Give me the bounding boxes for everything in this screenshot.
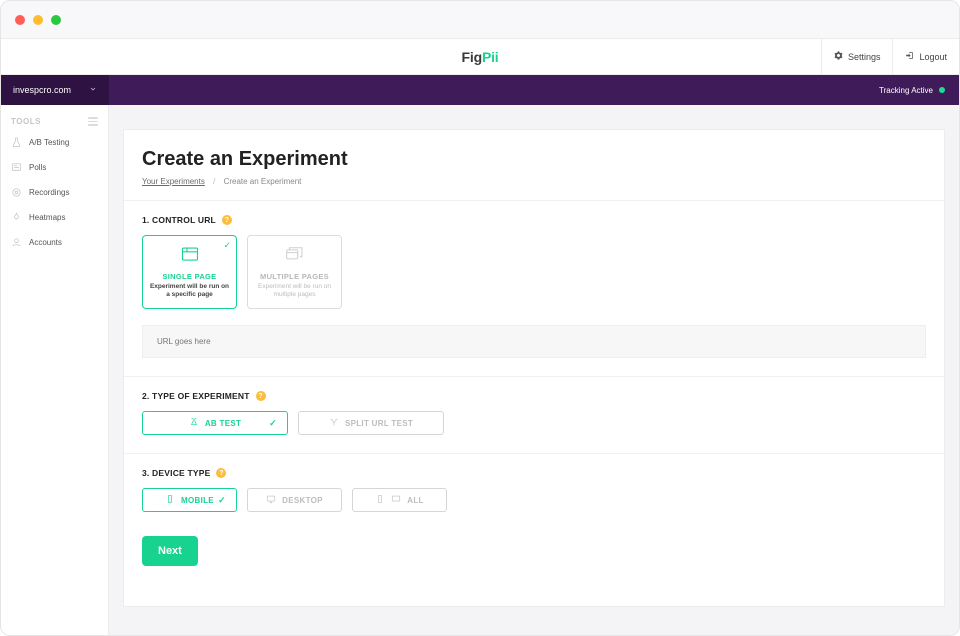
step-control-url: 1. CONTROL URL ? ✓ SINGLE PAGE Experimen… <box>124 201 944 377</box>
project-name: invespcro.com <box>13 85 71 95</box>
step3-heading: 3. DEVICE TYPE ? <box>142 468 926 478</box>
option-split-url[interactable]: SPLIT URL TEST <box>298 411 444 435</box>
step2-heading: 2. TYPE OF EXPERIMENT ? <box>142 391 926 401</box>
option-ab-test[interactable]: AB TEST ✓ <box>142 411 288 435</box>
flask-icon <box>11 137 22 148</box>
help-icon[interactable]: ? <box>216 468 226 478</box>
tracking-status: Tracking Active <box>865 86 959 95</box>
next-button[interactable]: Next <box>142 536 198 566</box>
control-url-input[interactable] <box>142 325 926 358</box>
sidebar-item-ab-testing[interactable]: A/B Testing <box>1 130 108 155</box>
breadcrumb: Your Experiments / Create an Experiment <box>142 177 926 186</box>
logout-button[interactable]: Logout <box>892 39 959 75</box>
step3-heading-label: 3. DEVICE TYPE <box>142 468 210 478</box>
check-icon: ✓ <box>269 418 277 429</box>
sidebar-item-label: Accounts <box>29 238 62 247</box>
logo-text-part2: Pii <box>482 49 499 65</box>
sidebar-item-label: A/B Testing <box>29 138 69 147</box>
sidebar-item-label: Heatmaps <box>29 213 65 222</box>
app-body: TOOLS A/B Testing Polls Recordings Heatm… <box>1 105 959 635</box>
settings-button[interactable]: Settings <box>821 39 893 75</box>
logout-label: Logout <box>919 52 947 62</box>
single-page-icon <box>181 246 199 267</box>
option-all-devices[interactable]: ALL <box>352 488 447 512</box>
multiple-pages-icon <box>286 246 304 267</box>
user-icon <box>11 237 22 248</box>
card-desc: Experiment will be run on multiple pages <box>254 283 335 299</box>
mobile-icon <box>165 494 175 506</box>
device-type-options: MOBILE ✓ DESKTOP ALL <box>142 488 926 512</box>
sidebar-item-label: Polls <box>29 163 46 172</box>
menu-collapse-icon[interactable] <box>88 117 98 126</box>
main-content: Create an Experiment Your Experiments / … <box>109 105 959 635</box>
sidebar-item-label: Recordings <box>29 188 69 197</box>
window-minimize-icon[interactable] <box>33 15 43 25</box>
project-bar: invespcro.com Tracking Active <box>1 75 959 105</box>
status-dot-icon <box>939 87 945 93</box>
window-close-icon[interactable] <box>15 15 25 25</box>
check-icon: ✓ <box>223 240 231 251</box>
option-label: ALL <box>407 496 423 505</box>
step1-heading-label: 1. CONTROL URL <box>142 215 216 225</box>
mobile-icon <box>375 494 385 506</box>
desktop-icon <box>266 494 276 506</box>
step2-heading-label: 2. TYPE OF EXPERIMENT <box>142 391 250 401</box>
breadcrumb-current: Create an Experiment <box>224 177 302 186</box>
tracking-label: Tracking Active <box>879 86 933 95</box>
sidebar: TOOLS A/B Testing Polls Recordings Heatm… <box>1 105 109 635</box>
sidebar-heading: TOOLS <box>1 113 108 130</box>
app-logo: FigPii <box>462 49 499 65</box>
card-multiple-pages[interactable]: MULTIPLE PAGES Experiment will be run on… <box>247 235 342 309</box>
chevron-down-icon <box>89 85 97 95</box>
window-titlebar <box>1 1 959 39</box>
panel-header: Create an Experiment Your Experiments / … <box>124 130 944 201</box>
url-scope-cards: ✓ SINGLE PAGE Experiment will be run on … <box>142 235 926 309</box>
page-title: Create an Experiment <box>142 148 926 171</box>
poll-icon <box>11 162 22 173</box>
main-panel: Create an Experiment Your Experiments / … <box>123 129 945 607</box>
desktop-icon <box>391 494 401 506</box>
card-single-page[interactable]: ✓ SINGLE PAGE Experiment will be run on … <box>142 235 237 309</box>
check-icon: ✓ <box>218 495 226 506</box>
breadcrumb-separator: / <box>207 177 221 186</box>
card-title: SINGLE PAGE <box>162 272 216 281</box>
heatmap-icon <box>11 212 22 223</box>
split-icon <box>329 417 339 429</box>
sidebar-item-recordings[interactable]: Recordings <box>1 180 108 205</box>
sidebar-item-polls[interactable]: Polls <box>1 155 108 180</box>
sidebar-heading-label: TOOLS <box>11 117 41 126</box>
help-icon[interactable]: ? <box>222 215 232 225</box>
breadcrumb-link-experiments[interactable]: Your Experiments <box>142 177 205 186</box>
step1-heading: 1. CONTROL URL ? <box>142 215 926 225</box>
settings-label: Settings <box>848 52 881 62</box>
option-desktop[interactable]: DESKTOP <box>247 488 342 512</box>
option-label: AB TEST <box>205 419 241 428</box>
header-right: Settings Logout <box>821 39 959 75</box>
gear-icon <box>834 51 843 62</box>
project-selector[interactable]: invespcro.com <box>1 75 109 105</box>
record-icon <box>11 187 22 198</box>
app-header: FigPii Settings Logout <box>1 39 959 75</box>
window-zoom-icon[interactable] <box>51 15 61 25</box>
experiment-type-options: AB TEST ✓ SPLIT URL TEST <box>142 411 926 435</box>
sidebar-item-accounts[interactable]: Accounts <box>1 230 108 255</box>
logout-icon <box>905 51 914 62</box>
logo-text-part1: Fig <box>462 49 482 65</box>
option-label: SPLIT URL TEST <box>345 419 413 428</box>
app-window: FigPii Settings Logout invespcro.com <box>0 0 960 636</box>
sidebar-item-heatmaps[interactable]: Heatmaps <box>1 205 108 230</box>
ab-test-icon <box>189 417 199 429</box>
option-label: MOBILE <box>181 496 214 505</box>
card-title: MULTIPLE PAGES <box>260 272 329 281</box>
card-desc: Experiment will be run on a specific pag… <box>149 283 230 299</box>
help-icon[interactable]: ? <box>256 391 266 401</box>
step-experiment-type: 2. TYPE OF EXPERIMENT ? AB TEST ✓ SPLIT … <box>124 377 944 454</box>
option-label: DESKTOP <box>282 496 323 505</box>
option-mobile[interactable]: MOBILE ✓ <box>142 488 237 512</box>
step-device-type: 3. DEVICE TYPE ? MOBILE ✓ DESKTOP <box>124 454 944 512</box>
